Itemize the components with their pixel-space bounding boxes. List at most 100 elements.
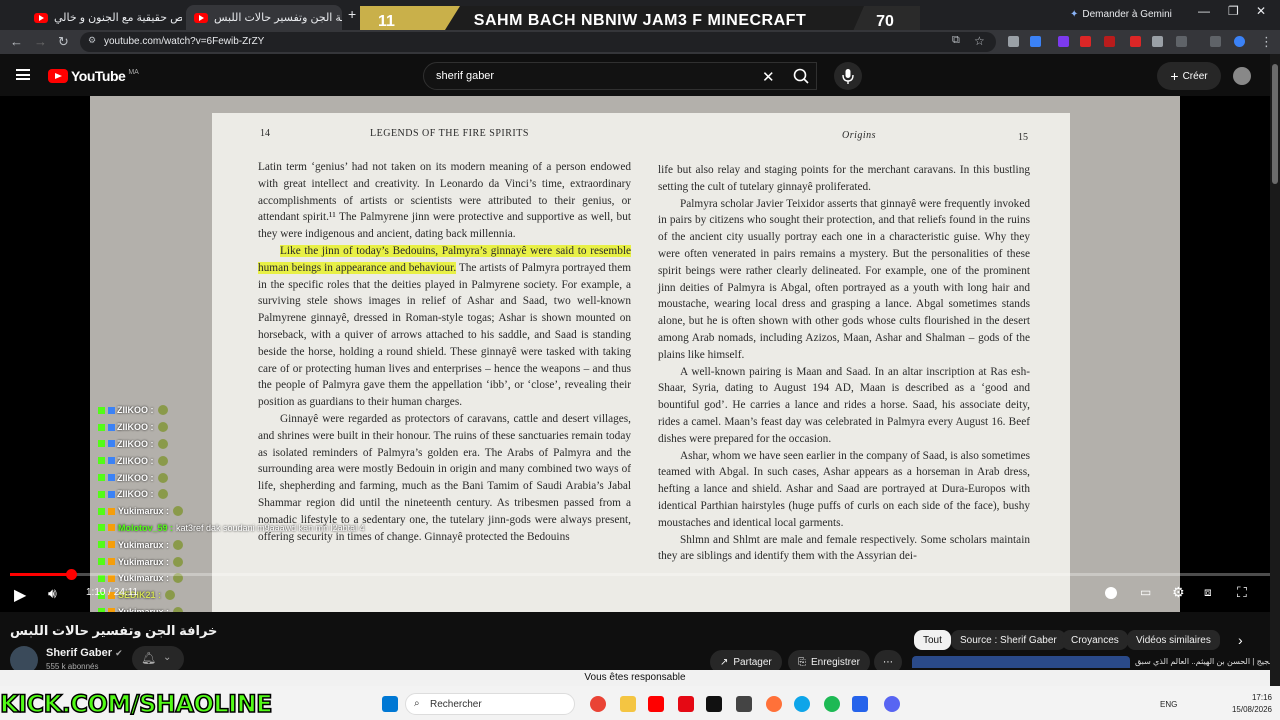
- search-input[interactable]: sherif gaber: [423, 62, 817, 90]
- bookmark-icon: ⎘: [798, 656, 806, 668]
- browser-tab-1[interactable]: قصص حقيقية مع الجنون و خالي ✕: [26, 5, 182, 30]
- search-button[interactable]: [786, 62, 818, 90]
- extension-icon[interactable]: [1104, 36, 1115, 47]
- share-icon: ↗: [720, 656, 729, 668]
- settings-gear-icon[interactable]: ⚙: [1172, 584, 1185, 601]
- close-window-icon[interactable]: ✕: [1256, 4, 1266, 18]
- reading-list-icon[interactable]: [1210, 36, 1221, 47]
- subscriber-badge-icon: [108, 440, 115, 448]
- chip-related[interactable]: Vidéos similaires: [1127, 630, 1220, 650]
- fullscreen-icon[interactable]: ⛶: [1237, 584, 1247, 601]
- site-info-icon[interactable]: ⚙: [88, 35, 96, 46]
- chip-source[interactable]: Source : Sherif Gaber: [951, 630, 1066, 650]
- chrome-icon[interactable]: [590, 696, 606, 712]
- related-video-thumbnail[interactable]: [912, 656, 1130, 668]
- forward-icon[interactable]: →: [34, 34, 47, 49]
- kick-badge-icon: [98, 457, 105, 465]
- progress-bar[interactable]: [10, 569, 1270, 580]
- left-running-head: LEGENDS OF THE FIRE SPIRITS: [370, 128, 529, 139]
- page-scrollbar[interactable]: [1270, 54, 1280, 686]
- extension-icon[interactable]: [1008, 36, 1019, 47]
- country-code: MA: [128, 68, 139, 76]
- extension-icon[interactable]: [1030, 36, 1041, 47]
- chip-beliefs[interactable]: Croyances: [1062, 630, 1128, 650]
- youtube-icon[interactable]: [648, 696, 664, 712]
- minimize-icon[interactable]: —: [1198, 4, 1210, 18]
- chat-overlay: ZIIKOO : ZIIKOO : ZIIKOO : ZIIKOO : ZIIKOO :…: [98, 402, 398, 612]
- kick-badge-icon: [98, 440, 105, 448]
- video-title: خرافة الجن وتفسير حالات اللبس: [10, 623, 218, 638]
- bookmark-star-icon[interactable]: ☆: [974, 34, 985, 48]
- notification-bell-button[interactable]: 🔔︎ ⌄: [132, 646, 184, 672]
- subscriber-badge-icon: [108, 541, 115, 549]
- chat-username: Yukimarux :: [118, 539, 170, 550]
- browser-menu-icon[interactable]: ⋮: [1260, 34, 1273, 50]
- miniplayer-icon[interactable]: ⧈: [1204, 585, 1212, 600]
- paragraph: life but also relay and staging points f…: [658, 164, 1030, 193]
- emote-icon: [157, 438, 168, 449]
- url-field[interactable]: ⚙ youtube.com/watch?v=6Fewib-ZrZY: [80, 32, 996, 52]
- extensions-puzzle-icon[interactable]: [1176, 36, 1187, 47]
- subscriber-badge-icon: [108, 524, 115, 532]
- extension-icon[interactable]: [1058, 36, 1069, 47]
- create-button[interactable]: + Créer: [1157, 62, 1221, 90]
- menu-icon[interactable]: [16, 69, 30, 80]
- voice-search-button[interactable]: [834, 62, 862, 90]
- back-icon[interactable]: ←: [10, 34, 23, 49]
- share-label: Partager: [733, 656, 772, 668]
- netflix-icon[interactable]: [678, 696, 694, 712]
- taskbar-search[interactable]: ⌕ Rechercher: [405, 693, 575, 715]
- channel-name[interactable]: Sherif Gaber ✔: [46, 647, 123, 659]
- chip-all[interactable]: Tout: [914, 630, 951, 650]
- system-clock[interactable]: 17:16 15/08/2026: [1220, 692, 1272, 716]
- related-video-title[interactable]: الحجيج | الحسن بن الهيثم.. العالم الذي س…: [1135, 657, 1279, 666]
- autoplay-toggle[interactable]: [1105, 587, 1117, 599]
- play-icon[interactable]: ▶: [14, 585, 26, 605]
- chat-message: SEDIK21 :: [98, 587, 398, 604]
- discord-icon[interactable]: [884, 696, 900, 712]
- chat-username: Molotov_59 :: [118, 522, 174, 533]
- maximize-icon[interactable]: ❐: [1228, 4, 1239, 18]
- spotify-icon[interactable]: [824, 696, 840, 712]
- chevron-right-icon[interactable]: ›: [1238, 632, 1243, 648]
- file-explorer-icon[interactable]: [620, 696, 636, 712]
- right-running-head: Origins: [842, 130, 877, 141]
- windows-start-icon[interactable]: [382, 696, 398, 712]
- scrollbar-thumb[interactable]: [1272, 64, 1278, 184]
- left-page-number: 14: [260, 128, 270, 139]
- new-tab-button[interactable]: +: [348, 6, 356, 22]
- subtitles-icon[interactable]: ▭: [1140, 585, 1151, 599]
- firefox-icon[interactable]: [766, 696, 782, 712]
- edge-icon[interactable]: [794, 696, 810, 712]
- app-icon[interactable]: [706, 696, 722, 712]
- chat-username: ZIIKOO :: [117, 438, 154, 449]
- chat-message: Yukimarux :: [98, 503, 398, 520]
- extension-icon[interactable]: [1152, 36, 1163, 47]
- browser-tab-2[interactable]: خرافة الجن وتفسير حالات اللبس ✕: [186, 5, 342, 30]
- kick-badge-icon: [98, 474, 105, 482]
- account-avatar[interactable]: [1233, 67, 1251, 85]
- language-indicator: ENG: [1160, 700, 1178, 709]
- chat-message: ZIIKOO :: [98, 402, 398, 419]
- volume-icon[interactable]: 🔊︎: [48, 585, 57, 602]
- gemini-button[interactable]: ✦ Demander à Gemini: [1070, 5, 1172, 23]
- install-app-icon[interactable]: ⧉: [952, 34, 960, 47]
- right-column: life but also relay and staging points f…: [658, 162, 1030, 565]
- profile-icon[interactable]: [1234, 36, 1245, 47]
- plus-icon: +: [1170, 68, 1179, 84]
- chat-message: ZIIKOO :: [98, 486, 398, 503]
- chat-username: ZIIKOO :: [117, 422, 154, 433]
- reload-icon[interactable]: ↻: [58, 34, 69, 50]
- emote-icon: [157, 422, 168, 433]
- youtube-logo[interactable]: YouTube MA: [48, 68, 139, 84]
- video-player[interactable]: 14 LEGENDS OF THE FIRE SPIRITS Origins 1…: [0, 96, 1270, 612]
- extension-icon[interactable]: [1130, 36, 1141, 47]
- progress-scrubber[interactable]: [65, 569, 77, 580]
- system-tray[interactable]: ENG: [1160, 700, 1177, 709]
- clear-search-icon[interactable]: ✕: [762, 68, 775, 86]
- chat-username: ZIIKOO :: [117, 489, 154, 500]
- app-icon[interactable]: [736, 696, 752, 712]
- youtube-wordmark: YouTube: [71, 68, 126, 84]
- extension-icon[interactable]: [1080, 36, 1091, 47]
- notepad-icon[interactable]: [852, 696, 868, 712]
